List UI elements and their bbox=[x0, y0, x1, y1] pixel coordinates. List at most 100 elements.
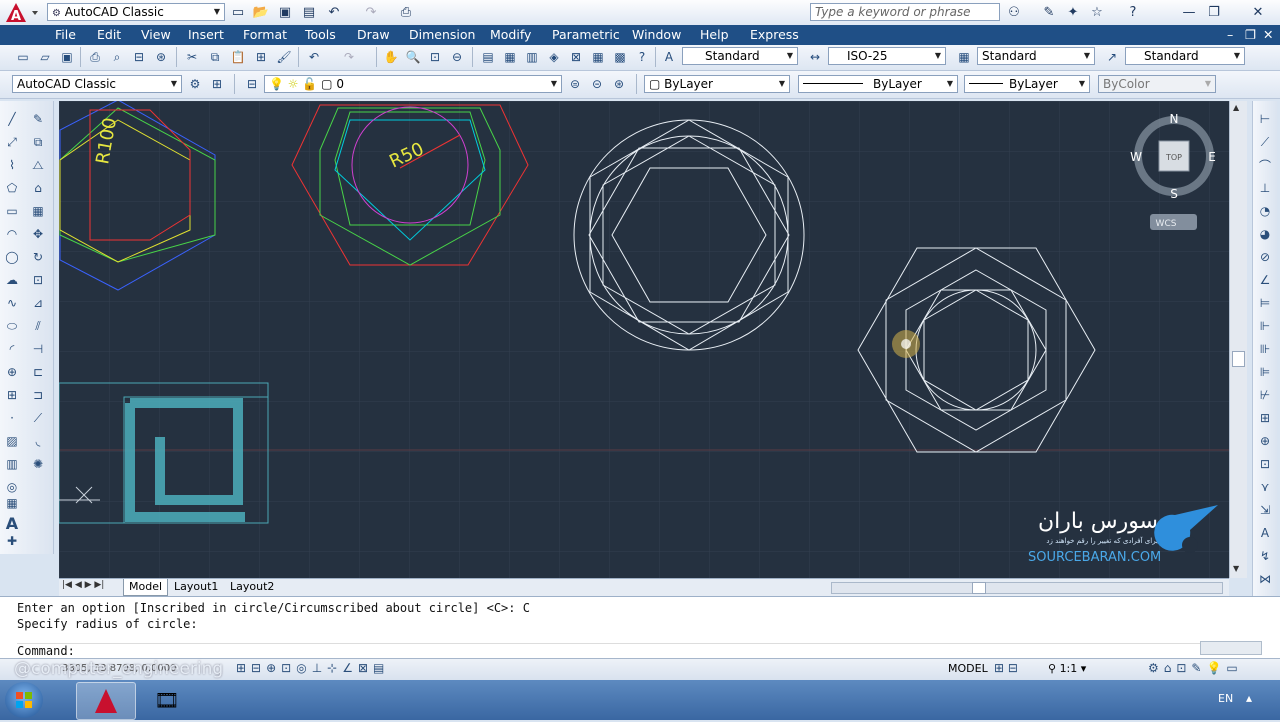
match-properties-icon[interactable]: 🖌 bbox=[275, 48, 293, 66]
help-icon[interactable]: ? bbox=[1124, 3, 1142, 21]
viewcube-north-label[interactable]: N bbox=[1170, 112, 1179, 126]
zoom-previous-icon[interactable]: ⊖ bbox=[448, 48, 466, 66]
restore-icon[interactable]: ❐ bbox=[1205, 3, 1223, 21]
zoom-realtime-icon[interactable]: 🔍 bbox=[404, 48, 422, 66]
open-icon[interactable]: ▱ bbox=[36, 48, 54, 66]
make-block-icon[interactable]: ⊞ bbox=[2, 385, 22, 405]
menu-edit[interactable]: Edit bbox=[97, 27, 121, 42]
close-icon[interactable]: ✕ bbox=[1243, 3, 1273, 21]
menu-insert[interactable]: Insert bbox=[188, 27, 224, 42]
table-style-select[interactable]: Standard ▼ bbox=[977, 47, 1095, 65]
spline-icon[interactable]: ∿ bbox=[2, 293, 22, 313]
copy-icon[interactable]: ⧉ bbox=[206, 48, 224, 66]
add-selected-icon[interactable]: ✚ bbox=[2, 531, 22, 551]
qnew-icon[interactable]: ▭ bbox=[229, 3, 247, 21]
taskbar-program-icon[interactable]: 🎞 bbox=[138, 682, 196, 718]
cut-icon[interactable]: ✂ bbox=[183, 48, 201, 66]
tool-palettes-icon[interactable]: ▥ bbox=[523, 48, 541, 66]
offset-icon[interactable]: ⌂ bbox=[28, 178, 48, 198]
tab-model[interactable]: Model bbox=[123, 579, 169, 596]
3d-print-icon[interactable]: ⊛ bbox=[152, 48, 170, 66]
undo-icon[interactable]: ↶ bbox=[325, 3, 343, 21]
vertical-scrollbar[interactable]: ▲ ▼ bbox=[1229, 101, 1247, 578]
menu-parametric[interactable]: Parametric bbox=[552, 27, 620, 42]
annotation-scale[interactable]: ⚲ 1:1 ▾ bbox=[1048, 662, 1086, 675]
chamfer-icon[interactable]: ⟋ bbox=[28, 408, 48, 428]
rectangle-icon[interactable]: ▭ bbox=[2, 201, 22, 221]
layer-properties-icon[interactable]: ⊟ bbox=[243, 75, 261, 93]
table-icon[interactable]: ▦ bbox=[2, 493, 22, 513]
color-select[interactable]: ▢ ByLayer ▼ bbox=[644, 75, 790, 93]
design-center-icon[interactable]: ▦ bbox=[501, 48, 519, 66]
tab-layout2[interactable]: Layout2 bbox=[225, 579, 279, 595]
save-icon[interactable]: ▣ bbox=[58, 48, 76, 66]
viewcube-top-label[interactable]: TOP bbox=[1165, 153, 1182, 162]
scroll-up-icon[interactable]: ▲ bbox=[1233, 103, 1239, 112]
polygon-icon[interactable]: ⬠ bbox=[2, 178, 22, 198]
menu-file[interactable]: File bbox=[55, 27, 76, 42]
qnew-icon[interactable]: ▭ bbox=[14, 48, 32, 66]
construction-line-icon[interactable]: ⤢ bbox=[2, 132, 22, 152]
scroll-down-icon[interactable]: ▼ bbox=[1233, 564, 1239, 573]
layer-state-icon[interactable]: ⊛ bbox=[610, 75, 628, 93]
arc-length-icon[interactable]: ⌒ bbox=[1255, 155, 1275, 175]
tab-nav-first-icon[interactable]: |◀ ◀ ▶ ▶| bbox=[62, 580, 104, 590]
menu-dimension[interactable]: Dimension bbox=[409, 27, 475, 42]
favorites-star-icon[interactable]: ☆ bbox=[1088, 3, 1106, 21]
menu-draw[interactable]: Draw bbox=[357, 27, 390, 42]
qsave-icon[interactable]: ▣ bbox=[276, 3, 294, 21]
workspace-save-icon[interactable]: ⊞ bbox=[208, 75, 226, 93]
dim-text-edit-icon[interactable]: A bbox=[1255, 523, 1275, 543]
mleader-style-icon[interactable]: ↗ bbox=[1103, 48, 1121, 66]
baseline-icon[interactable]: ⊩ bbox=[1255, 316, 1275, 336]
mtext-icon[interactable]: A bbox=[2, 513, 22, 533]
drawing-svg[interactable]: R100 R50 TOP N S W E WCS سورس باران برای… bbox=[59, 101, 1229, 578]
binoculars-icon[interactable]: ⚇ bbox=[1005, 3, 1023, 21]
block-icon[interactable]: ⊞ bbox=[252, 48, 270, 66]
insert-block-icon[interactable]: ⊕ bbox=[2, 362, 22, 382]
workspace-select[interactable]: ⚙ AutoCAD Classic ▼ bbox=[47, 3, 225, 21]
viewcube-west-label[interactable]: W bbox=[1130, 150, 1142, 164]
subscription-icon[interactable]: ✎ bbox=[1040, 3, 1058, 21]
rotate-icon[interactable]: ↻ bbox=[28, 247, 48, 267]
quickcalc-icon[interactable]: ▩ bbox=[611, 48, 629, 66]
jogged-linear-icon[interactable]: ⋎ bbox=[1255, 477, 1275, 497]
lineweight-select[interactable]: ByLayer ▼ bbox=[964, 75, 1090, 93]
continue-icon[interactable]: ⊪ bbox=[1255, 339, 1275, 359]
trim-icon[interactable]: ⫽ bbox=[28, 316, 48, 336]
redo-icon[interactable]: ↷ bbox=[340, 48, 358, 66]
extend-icon[interactable]: ⊣ bbox=[28, 339, 48, 359]
text-style-select[interactable]: Standard ▼ bbox=[682, 47, 798, 65]
arc-icon[interactable]: ◠ bbox=[2, 224, 22, 244]
table-style-icon[interactable]: ▦ bbox=[955, 48, 973, 66]
sheet-set-icon[interactable]: ◈ bbox=[545, 48, 563, 66]
horizontal-scroll-thumb[interactable] bbox=[972, 582, 986, 594]
layer-select[interactable]: 💡 ☼ 🔓 ▢ 0 ▼ bbox=[264, 75, 562, 93]
dim-style-icon[interactable]: ⋈ bbox=[1255, 569, 1275, 589]
workspaces-select[interactable]: AutoCAD Classic ▼ bbox=[12, 75, 182, 93]
menu-window[interactable]: Window bbox=[632, 27, 681, 42]
mirror-icon[interactable]: ⧍ bbox=[28, 155, 48, 175]
help-icon[interactable]: ? bbox=[633, 48, 651, 66]
dim-style-select[interactable]: ISO-25 ▼ bbox=[828, 47, 946, 65]
polyline-icon[interactable]: ⌇ bbox=[2, 155, 22, 175]
ellipse-icon[interactable]: ⬭ bbox=[2, 316, 22, 336]
quick-dim-icon[interactable]: ⊨ bbox=[1255, 293, 1275, 313]
calculator-icon[interactable]: ▦ bbox=[589, 48, 607, 66]
revcloud-icon[interactable]: ☁ bbox=[2, 270, 22, 290]
explode-icon[interactable]: ✺ bbox=[28, 454, 48, 474]
tolerance-icon[interactable]: ⊞ bbox=[1255, 408, 1275, 428]
zoom-window-icon[interactable]: ⊡ bbox=[426, 48, 444, 66]
drafting-toggles[interactable]: ⊞⊟⊕⊡◎⊥⊹∠⊠▤ bbox=[236, 661, 389, 675]
dim-style-icon[interactable]: ↔ bbox=[806, 48, 824, 66]
array-icon[interactable]: ▦ bbox=[28, 201, 48, 221]
model-space-toggle[interactable]: MODEL bbox=[948, 662, 988, 675]
start-button[interactable] bbox=[5, 682, 43, 718]
status-tray-icons[interactable]: ⚙⌂⊡✎💡▭ bbox=[1148, 661, 1243, 675]
menu-tools[interactable]: Tools bbox=[305, 27, 336, 42]
command-window[interactable]: Enter an option [Inscribed in circle/Cir… bbox=[0, 596, 1280, 659]
ellipse-arc-icon[interactable]: ◜ bbox=[2, 339, 22, 359]
gradient-icon[interactable]: ▥ bbox=[2, 454, 22, 474]
viewcube-east-label[interactable]: E bbox=[1208, 150, 1216, 164]
paste-icon[interactable]: 📋 bbox=[229, 48, 247, 66]
